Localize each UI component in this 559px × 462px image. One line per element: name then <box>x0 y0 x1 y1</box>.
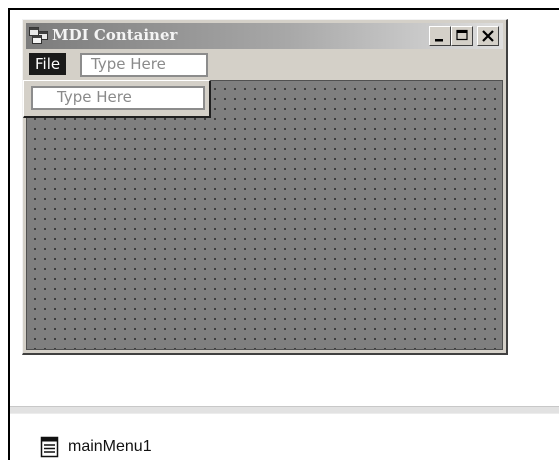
close-button[interactable] <box>477 26 499 46</box>
form-menubar: File Type Here <box>26 50 503 78</box>
component-tray: mainMenu1 <box>10 414 559 460</box>
form-title: MDI Container <box>52 26 178 44</box>
close-icon <box>482 30 494 42</box>
form-designer-area: MDI Container File Type Here Type Here <box>10 10 559 406</box>
form-titlebar[interactable]: MDI Container <box>26 23 503 49</box>
component-tray-divider <box>10 406 559 414</box>
main-menu-component-label: mainMenu1 <box>68 438 152 455</box>
mdi-client-area <box>26 80 503 350</box>
menu-type-here-placeholder[interactable]: Type Here <box>80 53 208 77</box>
designer-surface: MDI Container File Type Here Type Here m… <box>8 8 559 460</box>
maximize-button[interactable] <box>451 26 473 46</box>
mdi-form-window[interactable]: MDI Container File Type Here Type Here <box>22 19 508 355</box>
submenu-type-here-placeholder[interactable]: Type Here <box>31 86 205 110</box>
main-menu-component-icon <box>40 436 60 458</box>
file-menu-dropdown: Type Here <box>23 80 211 118</box>
minimize-button[interactable] <box>429 26 451 46</box>
minimize-icon <box>435 39 443 42</box>
maximize-icon <box>456 29 468 41</box>
menu-item-file[interactable]: File <box>29 53 67 75</box>
mdi-form-icon <box>29 27 49 45</box>
